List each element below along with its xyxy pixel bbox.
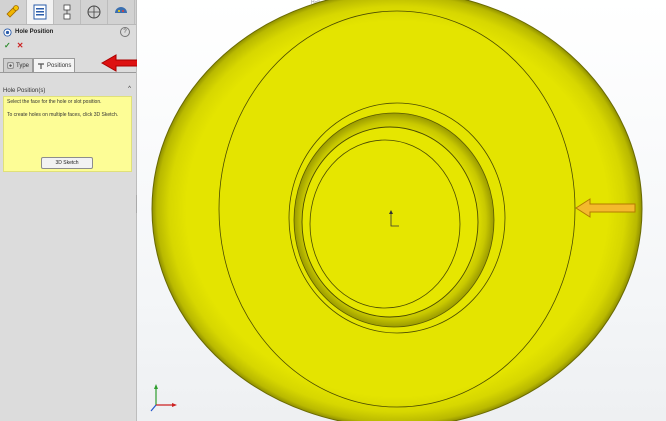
property-manager-icon (33, 4, 47, 20)
manager-tab-bar (0, 0, 136, 25)
boss-top-face[interactable] (301, 126, 479, 318)
display-manager-icon (115, 7, 127, 13)
collapse-caret-icon[interactable]: ^ (128, 86, 131, 92)
group-title: Hole Position(s) (3, 88, 46, 94)
property-manager-title: Hole Position (15, 29, 54, 35)
tab-type[interactable]: Type (3, 58, 34, 72)
solidworks-window: Hole Position ? ✓ ✕ Type Positions Hole … (0, 0, 666, 421)
part-model[interactable] (137, 0, 666, 421)
configuration-manager-tab[interactable] (54, 0, 81, 24)
cancel-button[interactable]: ✕ (17, 41, 24, 51)
message-line-2: To create holes on multiple faces, click… (7, 112, 119, 118)
feature-manager-tab[interactable] (0, 0, 27, 24)
dimxpert-manager-tab[interactable] (81, 0, 108, 24)
display-manager-tab[interactable] (108, 0, 135, 24)
tab-positions[interactable]: Positions (33, 58, 76, 72)
reference-triad-icon (150, 384, 177, 412)
property-tabs: Type Positions (3, 58, 89, 72)
help-icon[interactable]: ? (120, 27, 130, 37)
hole-position-message-box: Select the face for the hole or slot pos… (3, 96, 132, 172)
message-line-1: Select the face for the hole or slot pos… (7, 99, 102, 105)
ok-cancel-bar: ✓ ✕ (4, 41, 23, 51)
property-manager-header: Hole Position ? (0, 25, 136, 39)
positions-tab-icon (38, 62, 45, 69)
hole-position-group-header[interactable]: Hole Position(s) ^ (3, 86, 134, 96)
ok-button[interactable]: ✓ (4, 41, 11, 51)
type-tab-icon (7, 62, 14, 69)
property-manager-tab[interactable] (27, 0, 54, 24)
dimxpert-manager-icon (87, 5, 101, 19)
3d-sketch-button[interactable]: 3D Sketch (41, 157, 93, 169)
graphics-area[interactable]: Hollyappliance (Default) (137, 0, 666, 421)
tab-positions-label: Positions (47, 62, 72, 69)
tab-type-label: Type (16, 62, 30, 69)
feature-manager-icon (6, 5, 19, 18)
hole-wizard-icon (3, 27, 12, 37)
configuration-manager-icon (63, 4, 71, 20)
